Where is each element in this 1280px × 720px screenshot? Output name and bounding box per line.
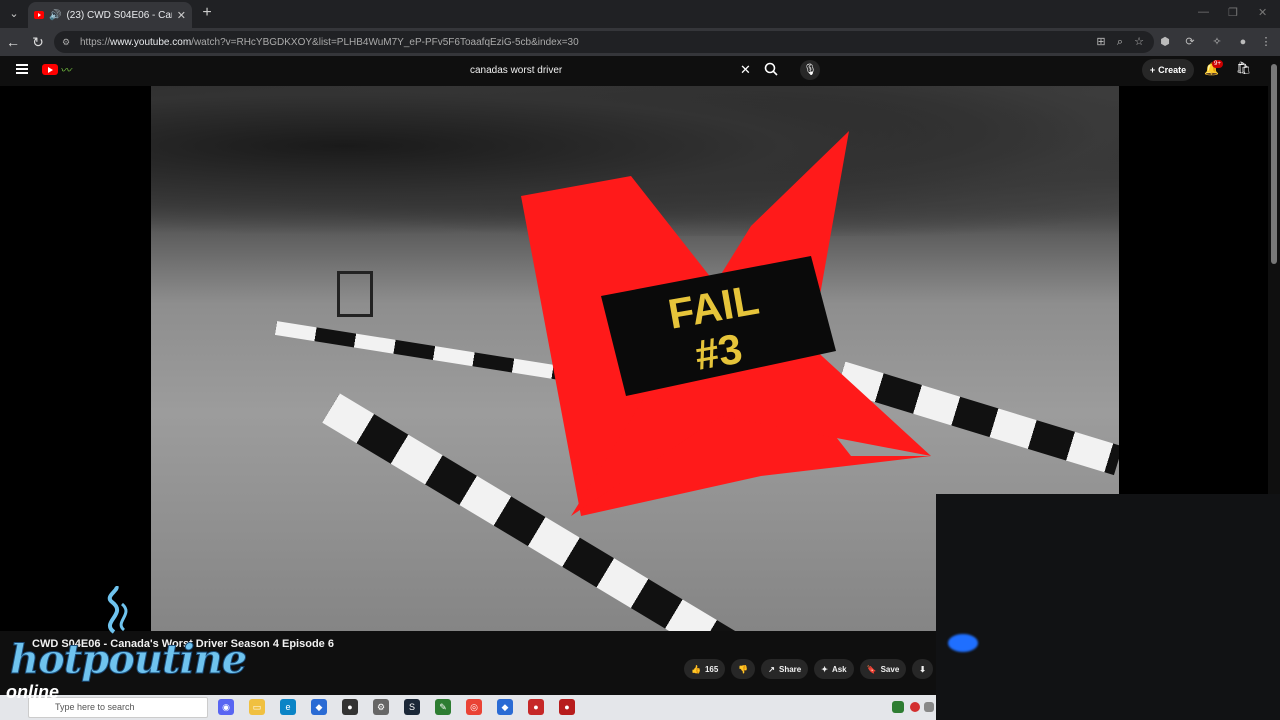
chrome-icon[interactable]: ◎ [466, 699, 482, 715]
search-input[interactable]: canadas worst driver [462, 58, 762, 82]
camera-overlay [936, 494, 1280, 720]
create-button[interactable]: + Create [1142, 59, 1194, 81]
taskbar-search-input[interactable]: Type here to search [28, 697, 208, 718]
browser-tab-active[interactable]: 🔊 (23) CWD S04E06 - Canada's W ✕ [28, 2, 192, 28]
share-label: Share [779, 664, 802, 674]
bookmark-icon: 🔖 [866, 664, 877, 674]
youtube-doodle-icon[interactable]: 〰 [60, 62, 92, 78]
video-actions: 👍 165 👎 ↗ Share ✦ Ask 🔖 Save ⬇ [684, 659, 933, 679]
blue-light-blob [948, 634, 978, 652]
browser-tabstrip: ⌄ 🔊 (23) CWD S04E06 - Canada's W ✕ + — ❐… [0, 0, 1280, 28]
maximize-button[interactable]: ❐ [1228, 6, 1238, 19]
url-text: https://www.youtube.com/watch?v=RHcYBGDK… [80, 36, 579, 48]
windows-taskbar: Type here to search ◉ ▭ e ◆ ● ⚙ S ✎ ◎ ◆ … [0, 695, 936, 720]
menu-hamburger-icon[interactable] [16, 64, 28, 74]
new-tab-button[interactable]: + [198, 4, 216, 22]
app-red-2-icon[interactable]: ● [559, 699, 575, 715]
create-label: Create [1158, 65, 1187, 75]
tab-title: (23) CWD S04E06 - Canada's W [66, 9, 171, 21]
download-button[interactable]: ⬇ [912, 659, 933, 679]
browser-toolbar: ← ↻ ⚙ https://www.youtube.com/watch?v=RH… [0, 28, 1280, 56]
steam-icon[interactable]: S [404, 699, 420, 715]
bookmark-star-icon[interactable]: ☆ [1132, 35, 1146, 49]
reload-icon[interactable]: ↻ [29, 33, 47, 51]
video-barrier-sign [337, 271, 373, 317]
profile-avatar-icon[interactable]: ● [1236, 35, 1250, 49]
file-explorer-icon[interactable]: ▭ [249, 699, 265, 715]
tab-close-icon[interactable]: ✕ [177, 9, 186, 22]
sparkle-icon: ✦ [821, 664, 828, 674]
tab-list-chevron-icon[interactable]: ⌄ [4, 4, 24, 24]
back-arrow-icon[interactable]: ← [4, 33, 22, 51]
settings-gear-icon[interactable]: ⚙ [373, 699, 389, 715]
apps-grid-icon[interactable]: ⊞ [1094, 35, 1108, 49]
youtube-logo-icon[interactable] [42, 64, 58, 75]
like-button[interactable]: 👍 165 [684, 659, 726, 679]
close-window-button[interactable]: ✕ [1258, 6, 1267, 19]
ask-label: Ask [831, 664, 847, 674]
voice-search-mic-icon[interactable]: 🎙 [800, 60, 820, 80]
app-red-icon[interactable]: ● [528, 699, 544, 715]
app-blue-2-icon[interactable]: ◆ [497, 699, 513, 715]
youtube-favicon-icon [34, 11, 44, 19]
notification-badge: 9+ [1212, 60, 1223, 68]
notepad-icon[interactable]: ✎ [435, 699, 451, 715]
fail-number-text: #3 [691, 325, 745, 379]
search-icon[interactable] [764, 62, 780, 78]
dislike-button[interactable]: 👎 [731, 659, 756, 679]
thumbs-down-icon: 👎 [738, 664, 749, 674]
save-button[interactable]: 🔖 Save [859, 659, 907, 679]
site-info-icon[interactable]: ⚙ [62, 37, 72, 47]
obs-icon[interactable]: ● [342, 699, 358, 715]
download-icon: ⬇ [919, 664, 926, 674]
video-title: CWD S04E06 - Canada's Worst Driver Seaso… [32, 638, 334, 650]
extensions-puzzle-icon[interactable]: ✧ [1210, 35, 1224, 49]
search-clear-icon[interactable]: ✕ [740, 62, 751, 78]
zoom-icon[interactable]: ⌕ [1113, 35, 1127, 49]
share-button[interactable]: ↗ Share [761, 659, 809, 679]
plus-icon: + [1149, 65, 1156, 75]
tray-icon-green[interactable] [892, 701, 904, 713]
refresh-extension-icon[interactable]: ⟳ [1183, 35, 1197, 49]
thumbs-up-icon: 👍 [691, 664, 701, 674]
browser-menu-icon[interactable]: ⋮ [1259, 35, 1273, 49]
fail-x-graphic: FAIL #3 [521, 131, 931, 516]
account-avatar[interactable]: 🛍 [1236, 61, 1251, 77]
video-info: CWD S04E06 - Canada's Worst Driver Seaso… [0, 631, 936, 693]
discord-icon[interactable]: ◉ [218, 699, 234, 715]
extension-icon[interactable]: ⬢ [1158, 35, 1172, 49]
speaker-icon[interactable]: 🔊 [49, 10, 61, 21]
ask-button[interactable]: ✦ Ask [814, 659, 854, 679]
share-arrow-icon: ↗ [768, 664, 775, 674]
app-blue-icon[interactable]: ◆ [311, 699, 327, 715]
address-bar[interactable]: ⚙ https://www.youtube.com/watch?v=RHcYBG… [54, 31, 1154, 53]
save-label: Save [880, 664, 900, 674]
youtube-header: 〰 canadas worst driver ✕ 🎙 + Create 🔔 9+ … [0, 56, 1268, 86]
edge-icon[interactable]: e [280, 699, 296, 715]
like-count: 165 [704, 664, 719, 674]
tray-icon-red[interactable] [910, 702, 920, 712]
tray-icon-gray[interactable] [924, 702, 934, 712]
minimize-button[interactable]: — [1198, 6, 1209, 18]
scroll-thumb[interactable] [1271, 64, 1277, 264]
